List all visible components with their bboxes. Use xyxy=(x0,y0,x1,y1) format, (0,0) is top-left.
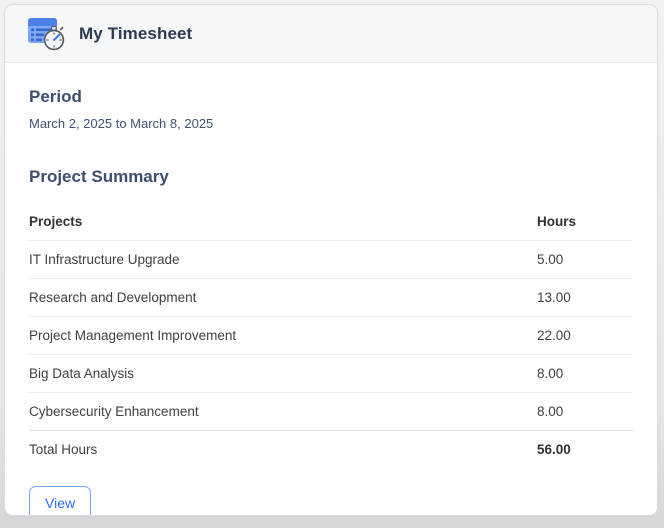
card-body: Period March 2, 2025 to March 8, 2025 Pr… xyxy=(5,63,657,515)
period-range: March 2, 2025 to March 8, 2025 xyxy=(29,116,214,131)
column-header-hours: Hours xyxy=(537,203,633,241)
total-label: Total Hours xyxy=(29,442,98,457)
table-row: Big Data Analysis 8.00 xyxy=(29,354,633,393)
project-cell: Big Data Analysis xyxy=(29,354,537,393)
timesheet-stopwatch-icon xyxy=(28,18,65,51)
table-row: IT Infrastructure Upgrade 5.00 xyxy=(29,240,633,279)
hours-cell: 22.00 xyxy=(537,316,633,355)
project-cell: Cybersecurity Enhancement xyxy=(29,392,537,431)
my-timesheet-card: My Timesheet Period March 2, 2025 to Mar… xyxy=(4,4,658,516)
table-row: Cybersecurity Enhancement 8.00 xyxy=(29,392,633,431)
hours-cell: 5.00 xyxy=(537,240,633,279)
period-heading: Period xyxy=(29,87,82,106)
card-header: My Timesheet xyxy=(5,5,657,63)
hours-cell: 8.00 xyxy=(537,354,633,393)
hours-cell: 13.00 xyxy=(537,278,633,317)
project-cell: Project Management Improvement xyxy=(29,316,537,355)
hours-cell: 8.00 xyxy=(537,392,633,431)
table-row: Project Management Improvement 22.00 xyxy=(29,316,633,355)
projects-table: Projects Hours IT Infrastructure Upgrade… xyxy=(29,203,633,468)
table-row: Research and Development 13.00 xyxy=(29,278,633,317)
project-summary-heading: Project Summary xyxy=(29,167,169,186)
project-cell: Research and Development xyxy=(29,278,537,317)
table-header-row: Projects Hours xyxy=(29,203,633,241)
total-hours-value: 56.00 xyxy=(537,442,571,457)
card-title: My Timesheet xyxy=(79,23,193,43)
project-cell: IT Infrastructure Upgrade xyxy=(29,240,537,279)
view-button[interactable]: View xyxy=(29,486,92,515)
total-row: Total Hours 56.00 xyxy=(29,431,633,469)
column-header-projects: Projects xyxy=(29,203,537,241)
